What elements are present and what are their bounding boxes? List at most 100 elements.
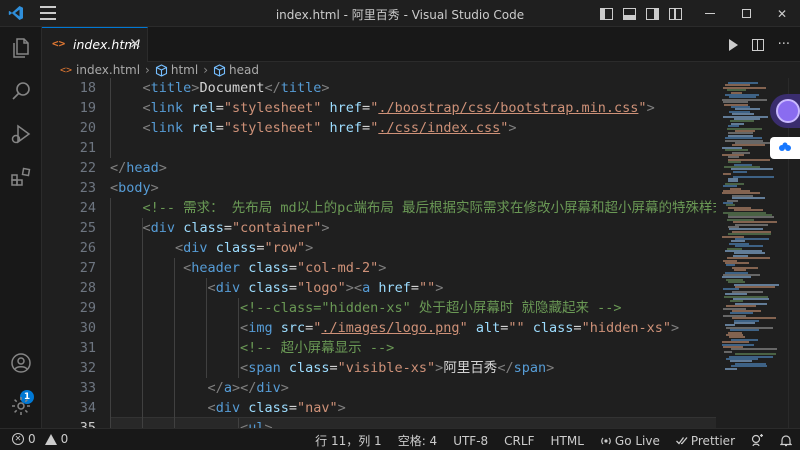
- assistant-float-icon[interactable]: [770, 94, 800, 128]
- html-file-icon: <>: [52, 37, 66, 50]
- minimize-button[interactable]: [692, 0, 728, 27]
- line-number: 20: [79, 120, 96, 136]
- stylesheet-link[interactable]: ./css/index.css: [378, 120, 500, 136]
- minimap-line: [725, 367, 737, 370]
- code-line-18: <title>Document</title>: [142, 80, 330, 96]
- line-number: 22: [79, 160, 96, 176]
- line-number: 32: [79, 360, 96, 376]
- element-cube-icon: [213, 63, 226, 77]
- title-bar: index.html - 阿里百秀 - Visual Studio Code ✕: [0, 0, 800, 27]
- breadcrumb: <> index.html › html › head: [42, 62, 800, 78]
- line-number: 28: [79, 280, 96, 296]
- run-code-icon[interactable]: [728, 38, 738, 51]
- element-cube-icon: [155, 63, 167, 77]
- breadcrumb-separator: ›: [145, 63, 150, 77]
- warning-icon: [44, 433, 57, 445]
- minimap-line: [733, 170, 747, 173]
- line-number: 27: [79, 260, 96, 276]
- code-line-35: <ul>: [240, 420, 273, 428]
- restore-button[interactable]: [728, 0, 764, 27]
- code-line-34: <div class="nav">: [207, 400, 346, 416]
- breadcrumb-file[interactable]: index.html: [76, 63, 140, 77]
- image-src-link[interactable]: ./images/logo.png: [321, 320, 459, 336]
- breadcrumb-head[interactable]: head: [229, 63, 259, 77]
- code-line-19: <link rel="stylesheet" href="./boostrap/…: [142, 100, 655, 116]
- line-number: 18: [79, 80, 96, 96]
- line-number: 19: [79, 100, 96, 116]
- more-actions-icon[interactable]: ···: [778, 37, 790, 52]
- extension-float-icon[interactable]: [770, 137, 800, 159]
- cursor-position[interactable]: 行 11，列 1: [315, 432, 382, 449]
- extensions-icon[interactable]: [8, 164, 34, 190]
- error-icon: ✕: [12, 433, 24, 445]
- minimap[interactable]: [716, 78, 788, 428]
- code-line-33: </a></div>: [207, 380, 289, 396]
- search-icon[interactable]: [8, 78, 34, 104]
- minimap-line: [724, 350, 732, 353]
- minimap-line: [735, 286, 775, 288]
- toggle-panel-icon[interactable]: [623, 7, 636, 20]
- warning-count: 0: [60, 432, 69, 446]
- breadcrumb-separator: ›: [203, 63, 208, 77]
- code-line-28: <div class="logo"><a href="">: [207, 280, 444, 296]
- broadcast-icon: [601, 437, 611, 444]
- problems-indicator[interactable]: ✕ 0 0: [12, 432, 68, 446]
- line-number: 33: [79, 380, 96, 396]
- line-number: 31: [79, 340, 96, 356]
- code-line-27: <header class="col-md-2">: [183, 260, 387, 276]
- double-check-icon: [675, 437, 688, 445]
- code-line-25: <div class="container">: [142, 220, 330, 236]
- explorer-icon[interactable]: [8, 35, 34, 61]
- code-line-22: </head>: [110, 160, 167, 176]
- tab-index-html[interactable]: <> index.html ×: [42, 27, 148, 62]
- line-number: 30: [79, 320, 96, 336]
- end-of-line[interactable]: CRLF: [504, 434, 534, 448]
- notifications-bell-icon[interactable]: [780, 434, 792, 447]
- line-number: 24: [79, 200, 96, 216]
- minimap-line: [734, 322, 755, 324]
- breadcrumb-html[interactable]: html: [171, 63, 198, 77]
- toggle-secondary-sidebar-icon[interactable]: [646, 7, 659, 20]
- line-number: 29: [79, 300, 96, 316]
- encoding[interactable]: UTF-8: [453, 434, 488, 448]
- line-number: 34: [79, 400, 96, 416]
- feedback-icon[interactable]: [751, 434, 764, 447]
- minimap-line: [723, 173, 731, 176]
- minimap-line: [735, 223, 768, 226]
- prettier-button[interactable]: Prettier: [675, 434, 735, 448]
- code-line-31: <!-- 超小屏幕显示 -->: [240, 340, 395, 356]
- close-window-button[interactable]: ✕: [764, 0, 800, 27]
- vertical-scrollbar[interactable]: [788, 78, 800, 428]
- line-number: 21: [79, 140, 96, 156]
- code-editor[interactable]: 18 19 20 21 22 23 24 25 26 27 28 29 30 3…: [42, 78, 800, 428]
- status-bar: ✕ 0 0 行 11，列 1 空格: 4 UTF-8 CRLF HTML Go …: [0, 428, 800, 450]
- code-line-32: <span class="visible-xs">阿里百秀</span>: [240, 360, 555, 376]
- settings-gear-icon[interactable]: [8, 393, 34, 419]
- accounts-icon[interactable]: [8, 350, 34, 376]
- split-editor-icon[interactable]: [751, 38, 764, 51]
- minimap-line: [733, 175, 774, 178]
- toggle-primary-sidebar-icon[interactable]: [600, 7, 613, 20]
- code-line-20: <link rel="stylesheet" href="./css/index…: [142, 120, 517, 136]
- indentation[interactable]: 空格: 4: [398, 432, 438, 449]
- code-area[interactable]: <title>Document</title> <link rel="style…: [110, 78, 716, 428]
- stylesheet-link[interactable]: ./boostrap/css/bootstrap.min.css: [378, 100, 638, 116]
- code-line-26: <div class="row">: [175, 240, 314, 256]
- close-tab-icon[interactable]: ×: [129, 34, 142, 52]
- line-number-current: 35: [79, 420, 96, 428]
- html-file-icon: <>: [60, 64, 73, 76]
- code-line-29: <!--class="hidden-xs" 处于超小屏幕时 就隐藏起来 -->: [240, 300, 622, 316]
- minimap-line: [731, 348, 777, 351]
- line-number: 25: [79, 220, 96, 236]
- error-count: 0: [28, 432, 36, 446]
- line-number-gutter: 18 19 20 21 22 23 24 25 26 27 28 29 30 3…: [42, 78, 110, 428]
- code-line-24: <!-- 需求： 先布局 md以上的pc端布局 最后根据实际需求在修改小屏幕和超…: [142, 200, 716, 216]
- activity-bar: 1: [0, 27, 42, 428]
- customize-layout-icon[interactable]: [669, 7, 682, 20]
- language-mode[interactable]: HTML: [550, 434, 583, 448]
- editor-tabs: <> index.html × ···: [42, 27, 800, 62]
- run-debug-icon[interactable]: [8, 121, 34, 147]
- code-line-30: <img src="./images/logo.png" alt="" clas…: [240, 320, 680, 336]
- go-live-button[interactable]: Go Live: [600, 434, 660, 448]
- code-line-23: <body>: [110, 180, 159, 196]
